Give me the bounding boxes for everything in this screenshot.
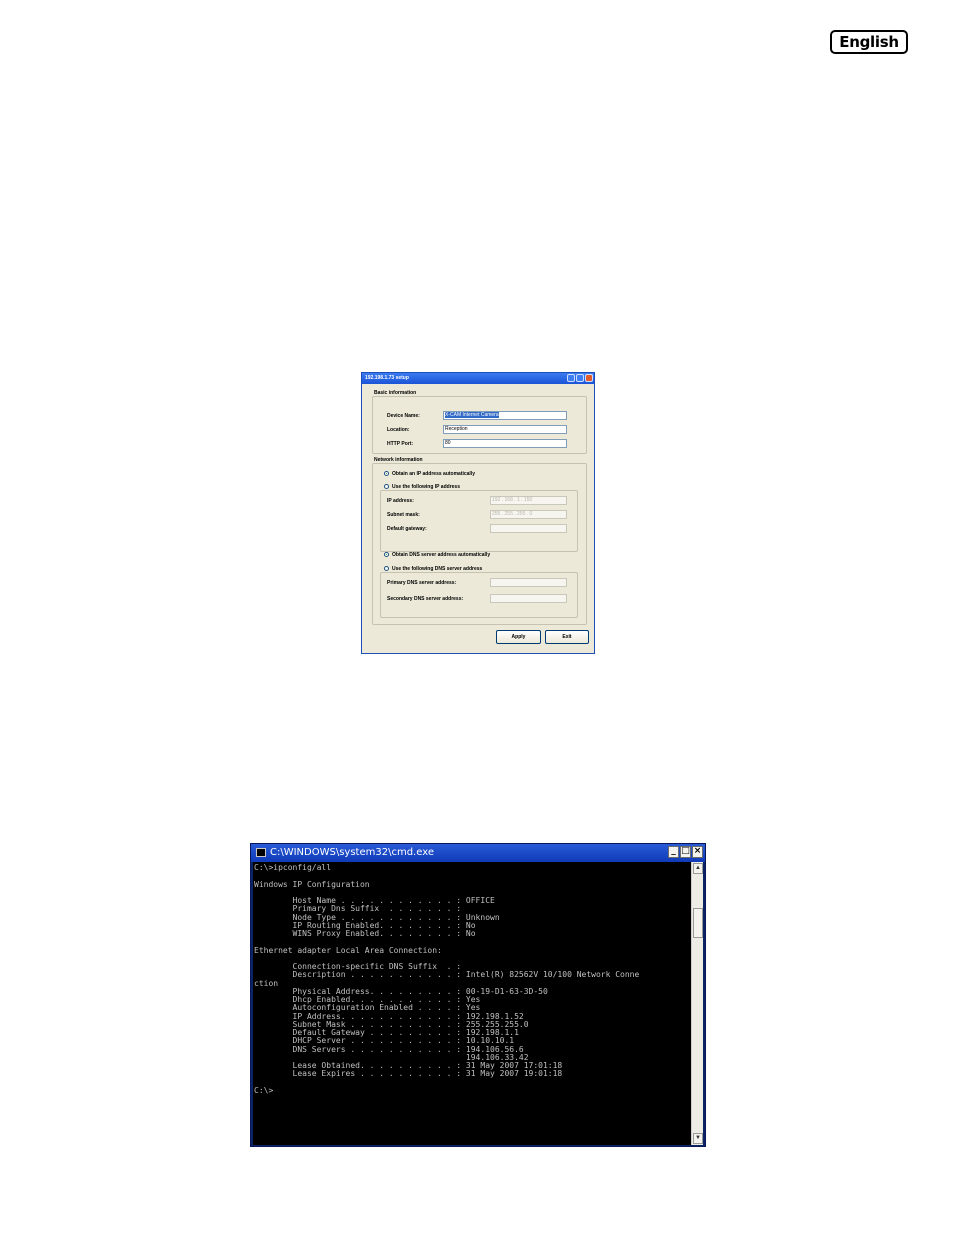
scroll-down-arrow-icon[interactable]: ▼ [693,1133,703,1144]
apply-button[interactable]: Apply [496,630,541,644]
obtain-dns-auto-label[interactable]: Obtain DNS server address automatically [392,552,490,558]
default-gateway-label: Default gateway: [387,526,427,532]
secondary-dns-label: Secondary DNS server address: [387,596,464,602]
exit-button[interactable]: Exit [545,630,589,644]
location-input[interactable]: Reception [443,425,567,434]
obtain-dns-auto-radio[interactable] [384,552,389,557]
cmd-titlebar[interactable]: C:\WINDOWS\system32\cmd.exe _ □ × [251,844,705,862]
default-gateway-input[interactable] [490,524,567,533]
location-label: Location: [387,427,410,433]
cmd-icon [256,848,266,857]
secondary-dns-input[interactable] [490,594,567,603]
ip-address-input[interactable]: 192 . 168 . 1 . 150 [490,496,567,505]
http-port-label: HTTP Port: [387,441,414,447]
device-name-input[interactable]: X-CAM Internet Camera [443,411,567,420]
subnet-mask-label: Subnet mask: [387,512,420,518]
http-port-input[interactable]: 80 [443,439,567,448]
cmd-close-button[interactable]: × [692,846,703,858]
subnet-mask-input[interactable]: 255 . 255 . 255 . 0 [490,510,567,519]
cmd-maximize-button[interactable]: □ [680,846,691,858]
cmd-minimize-button[interactable]: _ [668,846,679,858]
cmd-window: C:\WINDOWS\system32\cmd.exe _ □ × C:\>ip… [250,843,706,1147]
close-button[interactable] [585,374,593,382]
scroll-up-arrow-icon[interactable]: ▲ [693,863,703,874]
setup-titlebar[interactable]: 192.198.1.73 setup [362,373,594,384]
language-badge: English [830,30,908,54]
minimize-button[interactable] [567,374,575,382]
use-following-dns-radio[interactable] [384,566,389,571]
maximize-button[interactable] [576,374,584,382]
obtain-ip-auto-radio[interactable] [384,471,389,476]
setup-dialog: 192.198.1.73 setup Basic information Dev… [361,372,595,654]
use-following-ip-radio[interactable] [384,484,389,489]
obtain-ip-auto-label[interactable]: Obtain an IP address automatically [392,471,475,477]
device-name-label: Device Name: [387,413,420,419]
vertical-scrollbar[interactable]: ▲ ▼ [691,862,703,1145]
scrollbar-thumb[interactable] [693,908,703,938]
primary-dns-input[interactable] [490,578,567,587]
ip-address-label: IP address: [387,498,414,504]
cmd-title: C:\WINDOWS\system32\cmd.exe [270,847,434,858]
setup-title: 192.198.1.73 setup [365,375,409,381]
primary-dns-label: Primary DNS server address: [387,580,457,586]
console-output[interactable]: C:\>ipconfig/all Windows IP Configuratio… [253,862,691,1145]
